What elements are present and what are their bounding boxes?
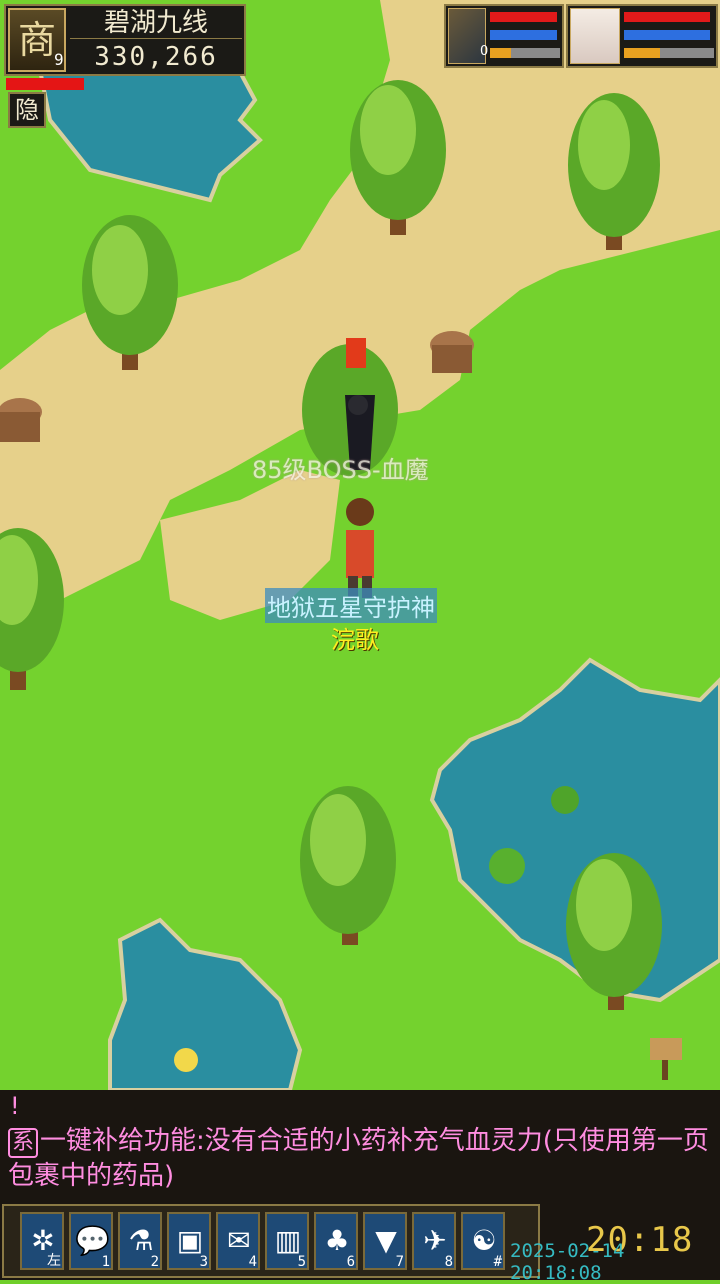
hotbar-key-label: 3: [199, 1254, 208, 1270]
hotbar-key-label: 5: [297, 1254, 306, 1270]
map-name: 碧湖九线: [70, 8, 242, 39]
hotbar-slot-6[interactable]: ▥ 5: [265, 1212, 309, 1270]
hotbar-key-label: 左: [47, 1253, 61, 1269]
map-terrain: [0, 0, 720, 1090]
pet-hp-bar: [490, 12, 557, 22]
pet-mp-bar: [490, 30, 557, 40]
lily-pad: [489, 848, 525, 884]
hotbar-slot-1[interactable]: ✲ 左: [20, 1212, 64, 1270]
guild-flag: [346, 338, 366, 368]
hotbar-key-label: 4: [248, 1254, 257, 1270]
target-hp-bar: [6, 78, 84, 90]
chat-line: !: [10, 1092, 20, 1120]
hotbar-slot-2[interactable]: 💬 1: [69, 1212, 113, 1270]
hotbar-slot-10[interactable]: ☯ #: [461, 1212, 505, 1270]
lily-pad: [551, 786, 579, 814]
hotbar-slot-4[interactable]: ▣ 3: [167, 1212, 211, 1270]
player-name-label: 浣歌: [331, 626, 379, 654]
player-status-panel[interactable]: [566, 4, 718, 68]
hotbar-key-label: 8: [444, 1254, 453, 1270]
pet-status-panel[interactable]: 0: [444, 4, 564, 68]
system-tag: 系: [8, 1128, 39, 1158]
hotbar-slot-7[interactable]: ♣ 6: [314, 1212, 358, 1270]
hotbar-key-label: 1: [101, 1254, 110, 1270]
player-portrait[interactable]: [570, 8, 620, 64]
game-map[interactable]: 85级BOSS-血魔 地狱五星守护神 浣歌: [0, 0, 720, 1090]
datetime-overlay: 2025-02-14 20:18:08: [510, 1240, 625, 1284]
player-hp-bar: [624, 12, 710, 22]
pet-xp-bar: [490, 48, 511, 58]
map-coordinates: 330,266: [94, 42, 218, 72]
tree-stump: [0, 398, 42, 442]
player-xp-bar: [624, 48, 660, 58]
pet-level: 0: [480, 44, 489, 59]
system-message: 系一键补给功能:没有合适的小药补充气血灵力(只使用第一页包裹中的药品): [8, 1124, 716, 1194]
hotbar-key-label: #: [493, 1254, 502, 1270]
hotbar-key-label: 6: [346, 1254, 355, 1270]
player-mp-bar: [624, 30, 710, 40]
boss-name-label[interactable]: 85级BOSS-血魔: [252, 450, 429, 485]
hotbar-slot-9[interactable]: ✈ 8: [412, 1212, 456, 1270]
hotbar-key-label: 7: [395, 1254, 404, 1270]
hotbar-key-label: 2: [150, 1254, 159, 1270]
system-message-text: 一键补给功能:没有合适的小药补充气血灵力(只使用第一页包裹中的药品): [8, 1126, 709, 1191]
hotbar[interactable]: ✲ 左 💬 1 ⚗ 2 ▣ 3 ✉ 4 ▥ 5 ♣ 6 ▼ 7 ✈ 8 ☯ #: [2, 1204, 540, 1278]
player-title-label: 地狱五星守护神: [265, 588, 437, 623]
hotbar-slot-3[interactable]: ⚗ 2: [118, 1212, 162, 1270]
hide-ui-button[interactable]: 隐: [8, 92, 46, 128]
flower: [174, 1048, 198, 1072]
emblem-level: 9: [54, 50, 64, 69]
hotbar-slot-8[interactable]: ▼ 7: [363, 1212, 407, 1270]
hotbar-slot-5[interactable]: ✉ 4: [216, 1212, 260, 1270]
tree-stump: [430, 331, 474, 373]
location-panel[interactable]: 商 9 碧湖九线 330,266: [4, 4, 246, 76]
